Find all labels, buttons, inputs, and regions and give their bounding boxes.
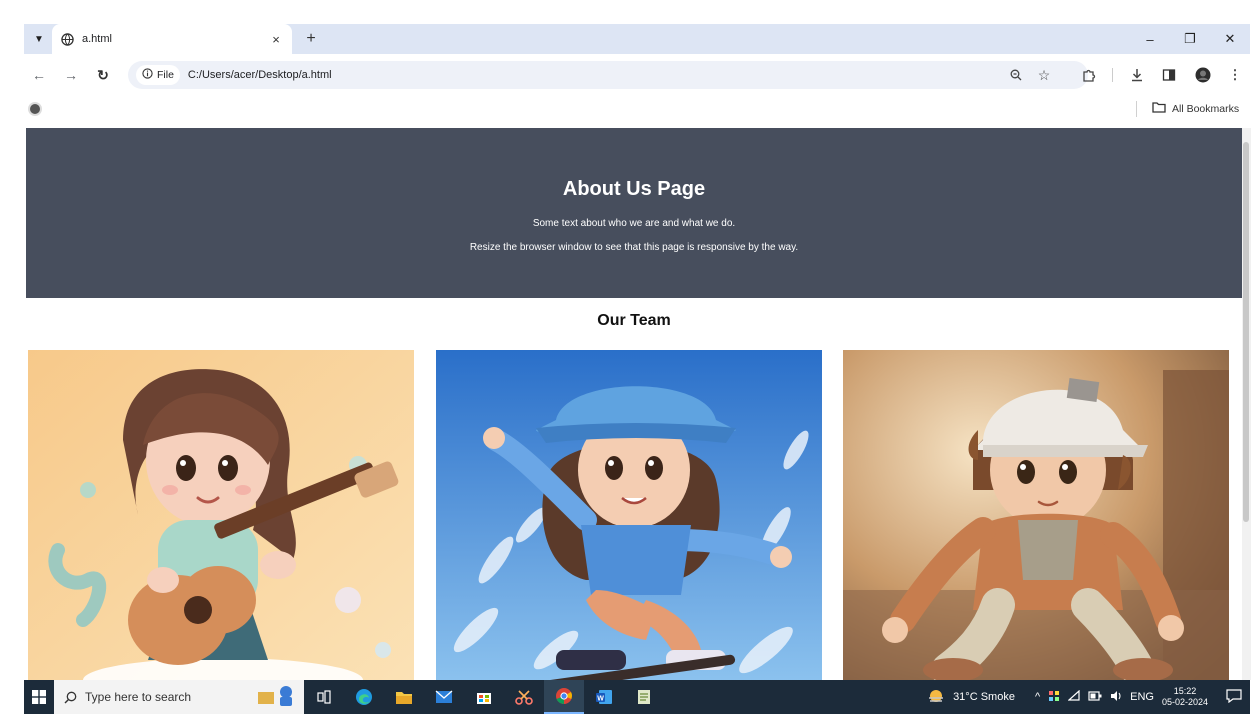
site-info-chip[interactable]: File — [136, 65, 180, 85]
windows-taskbar: Type here to search W 31°C Smoke ^ ENG 1… — [24, 680, 1250, 714]
app-tray-icon[interactable] — [1048, 690, 1060, 705]
chevron-up-icon[interactable]: ^ — [1035, 691, 1040, 703]
clock[interactable]: 15:22 05-02-2024 — [1162, 686, 1208, 708]
clock-time: 15:22 — [1173, 686, 1197, 696]
toolbar-divider — [1112, 68, 1113, 82]
tab-active[interactable]: a.html × — [52, 24, 292, 54]
clock-date: 05-02-2024 — [1161, 697, 1208, 707]
wifi-icon[interactable] — [1067, 689, 1080, 705]
download-icon[interactable] — [1126, 64, 1148, 86]
task-view-icon[interactable] — [304, 680, 344, 714]
forward-arrow-icon[interactable]: → — [60, 64, 82, 86]
page-scrollbar[interactable] — [1242, 128, 1251, 680]
browser-window: ▼ a.html × + – ❐ ✕ ← → ↻ File C:/Users/a… — [0, 0, 1259, 721]
restore-button[interactable]: ❐ — [1170, 24, 1210, 54]
tab-title: a.html — [82, 33, 112, 45]
about-hero: About Us Page Some text about who we are… — [26, 128, 1242, 298]
info-icon — [142, 68, 153, 82]
back-arrow-icon[interactable]: ← — [28, 64, 50, 86]
edge-browser-icon[interactable] — [344, 680, 384, 714]
girl-skateboard-image — [436, 350, 822, 680]
all-bookmarks-label: All Bookmarks — [1172, 102, 1240, 115]
chevron-down-icon: ▼ — [34, 33, 44, 45]
team-card-3 — [843, 350, 1229, 680]
close-window-button[interactable]: ✕ — [1210, 24, 1250, 54]
taskbar-search-input[interactable]: Type here to search — [54, 680, 304, 714]
minimize-button[interactable]: – — [1130, 24, 1170, 54]
search-highlight-icon — [256, 684, 296, 711]
team-card-2 — [436, 350, 822, 680]
extensions-icon[interactable] — [1078, 64, 1100, 86]
bookmarks-bar: All Bookmarks — [24, 96, 1250, 122]
windows-logo-icon — [32, 690, 46, 704]
tab-close-icon[interactable]: × — [268, 32, 284, 47]
chrome-browser-icon[interactable] — [544, 680, 584, 714]
tab-strip: ▼ a.html × + – ❐ ✕ — [24, 24, 1250, 54]
new-tab-button[interactable]: + — [300, 28, 322, 50]
snipping-tool-icon[interactable] — [504, 680, 544, 714]
bookmarks-divider — [1136, 101, 1137, 117]
team-card-1 — [28, 350, 414, 680]
svg-text:W: W — [597, 696, 604, 703]
profile-avatar-icon[interactable] — [1192, 64, 1214, 86]
search-placeholder: Type here to search — [85, 690, 192, 704]
notification-icon[interactable] — [1226, 688, 1242, 706]
bookmark-favicon-icon[interactable] — [28, 102, 42, 116]
weather-text[interactable]: 31°C Smoke — [953, 691, 1015, 703]
system-tray: 31°C Smoke ^ ENG 15:22 05-02-2024 — [927, 680, 1250, 714]
folder-icon — [1152, 101, 1166, 116]
site-chip-label: File — [157, 69, 174, 81]
mail-icon[interactable] — [424, 680, 464, 714]
girl-guitar-image — [28, 350, 414, 680]
all-bookmarks-button[interactable]: All Bookmarks — [1152, 101, 1239, 116]
page-title: About Us Page — [562, 178, 706, 200]
bookmark-star-icon[interactable]: ☆ — [1034, 65, 1054, 85]
browser-toolbar: ← → ↻ File C:/Users/acer/Desktop/a.html … — [24, 54, 1250, 96]
start-button[interactable] — [24, 680, 54, 714]
word-icon[interactable]: W — [584, 680, 624, 714]
language-indicator[interactable]: ENG — [1130, 691, 1154, 703]
kebab-menu-icon[interactable]: ⋮ — [1224, 64, 1246, 86]
volume-icon[interactable] — [1110, 690, 1122, 705]
globe-icon — [60, 32, 74, 46]
reload-icon[interactable]: ↻ — [92, 64, 114, 86]
search-icon — [64, 691, 77, 703]
battery-icon[interactable] — [1088, 690, 1102, 704]
boy-skateboard-image — [843, 350, 1229, 680]
store-icon[interactable] — [464, 680, 504, 714]
notepad-icon[interactable] — [624, 680, 664, 714]
weather-sun-icon[interactable] — [927, 688, 945, 707]
team-heading: Our Team — [597, 312, 671, 329]
hero-text-line-1: Some text about who we are and what we d… — [532, 218, 736, 229]
hero-text-line-2: Resize the browser window to see that th… — [469, 242, 799, 253]
side-panel-icon[interactable] — [1158, 64, 1180, 86]
scrollbar-thumb[interactable] — [1243, 142, 1249, 522]
file-explorer-icon[interactable] — [384, 680, 424, 714]
page-viewport: About Us Page Some text about who we are… — [26, 128, 1242, 680]
address-bar[interactable]: File C:/Users/acer/Desktop/a.html ☆ — [128, 61, 1088, 89]
zoom-icon[interactable] — [1006, 65, 1026, 85]
url-text: C:/Users/acer/Desktop/a.html — [187, 69, 332, 81]
tab-search-button[interactable]: ▼ — [28, 28, 50, 50]
